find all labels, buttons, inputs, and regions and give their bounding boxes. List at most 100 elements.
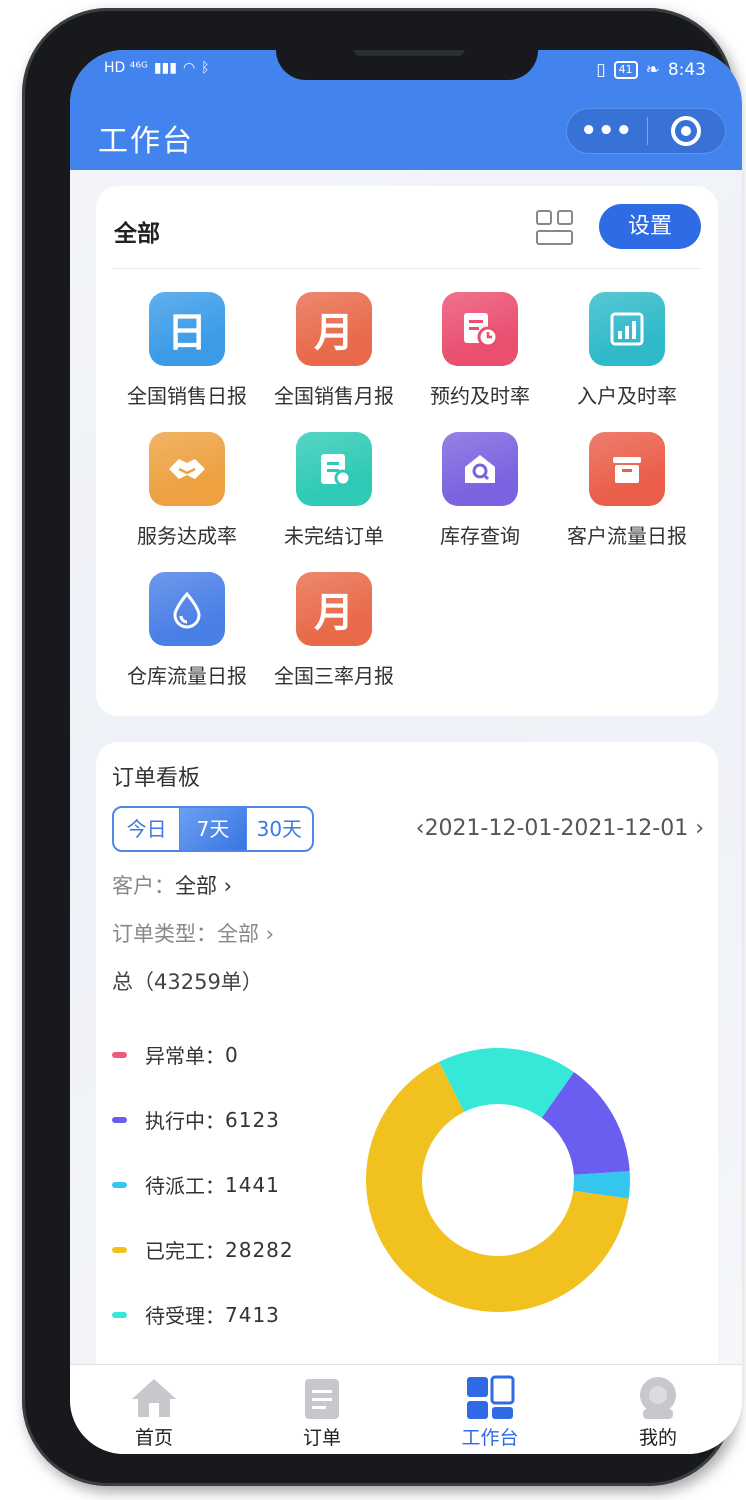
order-type-value: 全部 ›	[217, 922, 275, 946]
legend-label: 已完工	[145, 1239, 205, 1263]
water-drop-icon	[149, 572, 225, 646]
legend-item: 待受理： 7413	[112, 1300, 280, 1329]
legend-sep: ：	[205, 1239, 225, 1263]
app-label: 未完结订单	[284, 524, 384, 548]
tab-home-label: 首页	[134, 1427, 173, 1449]
range-segment: 今日 7天 30天	[112, 806, 314, 852]
calendar-month-icon: 月	[296, 292, 372, 366]
signal-icon: ▮▮▮	[153, 60, 177, 76]
legend-label: 待派工	[145, 1174, 205, 1198]
app-label: 库存查询	[440, 524, 520, 548]
app-item[interactable]: 日全国销售日报	[113, 292, 261, 409]
app-item[interactable]: 预约及时率	[406, 292, 554, 409]
legend-item: 执行中： 6123	[112, 1105, 280, 1134]
app-label: 全国销售月报	[274, 384, 394, 408]
tab-workbench[interactable]: 工作台	[406, 1365, 574, 1450]
app-item[interactable]: 月全国销售月报	[260, 292, 408, 409]
legend-value: 28282	[225, 1237, 294, 1262]
legend-swatch	[112, 1181, 127, 1188]
miniprogram-capsule: •••	[566, 108, 726, 154]
battery-icon: 41	[613, 61, 638, 79]
app-item[interactable]: 月全国三率月报	[260, 572, 408, 689]
phone-frame: HD ⁴⁶ᴳ ▮▮▮ ◠ ᛒ ▯ 41 ❧ 8:43 工作台 ••• 全部 设置…	[22, 8, 742, 1486]
divider	[112, 268, 702, 269]
order-board-title: 订单看板	[112, 766, 201, 791]
speaker	[353, 50, 465, 56]
workbench-card: 全部 设置 日全国销售日报月全国销售月报 预约及时率 入户及时率 服务达成率 未完结订单…	[96, 186, 718, 716]
calendar-month-icon: 月	[296, 572, 372, 646]
order-board-card: 订单看板 今日 7天 30天 ‹2021-12-01-2021-12-01 › …	[96, 742, 718, 1364]
legend-value: 7413	[225, 1302, 280, 1327]
bluetooth-icon: ᛒ	[201, 60, 210, 76]
tab-orders[interactable]: 订单	[238, 1365, 406, 1450]
settings-button[interactable]: 设置	[599, 204, 701, 249]
leaf-icon: ❧	[645, 60, 660, 80]
close-button[interactable]	[648, 116, 726, 146]
calendar-day-icon: 日	[149, 292, 225, 366]
app-item[interactable]: 客户流量日报	[553, 432, 701, 549]
app-item[interactable]: 未完结订单	[260, 432, 408, 549]
range-30day-tab[interactable]: 30天	[247, 808, 312, 850]
legend-label: 异常单	[145, 1044, 205, 1068]
legend-label: 待受理	[145, 1304, 205, 1328]
app-item[interactable]: 入户及时率	[553, 292, 701, 409]
legend-swatch	[112, 1051, 127, 1058]
order-check-icon	[296, 432, 372, 506]
legend-sep: ：	[205, 1044, 225, 1068]
app-label: 全国销售日报	[127, 384, 247, 408]
legend-value: 0	[225, 1042, 239, 1067]
order-status-donut-chart	[366, 1048, 630, 1312]
storage-box-icon	[589, 432, 665, 506]
tab-workbench-label: 工作台	[461, 1427, 519, 1449]
app-label: 全国三率月报	[274, 664, 394, 688]
workbench-icon	[465, 1375, 515, 1421]
legend-label: 执行中	[145, 1109, 205, 1133]
tab-profile[interactable]: 我的	[574, 1365, 742, 1450]
appointment-clock-icon	[442, 292, 518, 366]
app-label: 客户流量日报	[567, 524, 687, 548]
target-icon	[671, 116, 702, 146]
order-type-label: 订单类型：	[112, 922, 217, 946]
house-search-icon	[442, 432, 518, 506]
main-content[interactable]: 全部 设置 日全国销售日报月全国销售月报 预约及时率 入户及时率 服务达成率 未完结订单…	[70, 170, 742, 1364]
legend-sep: ：	[205, 1304, 225, 1328]
home-icon	[129, 1375, 179, 1421]
profile-icon	[633, 1375, 683, 1421]
workbench-title: 全部	[114, 221, 160, 247]
bottom-tab-bar: 首页 订单 工作台 我的	[70, 1364, 742, 1454]
clock: 8:43	[667, 60, 706, 80]
customer-label: 客户：	[112, 874, 175, 898]
legend-item: 异常单： 0	[112, 1040, 239, 1069]
legend-item: 已完工： 28282	[112, 1235, 294, 1264]
legend-sep: ：	[205, 1109, 225, 1133]
range-today-tab[interactable]: 今日	[114, 808, 179, 850]
legend-swatch	[112, 1246, 127, 1253]
tab-home[interactable]: 首页	[70, 1365, 238, 1450]
app-label: 仓库流量日报	[127, 664, 247, 688]
app-item[interactable]: 库存查询	[406, 432, 554, 549]
legend-value: 1441	[225, 1172, 280, 1197]
legend-item: 待派工： 1441	[112, 1170, 280, 1199]
app-label: 服务达成率	[137, 524, 237, 548]
customer-filter[interactable]: 客户：全部 ›	[112, 870, 232, 900]
clipboard-icon	[297, 1375, 347, 1421]
date-range-picker[interactable]: ‹2021-12-01-2021-12-01 ›	[416, 816, 704, 841]
app-item[interactable]: 仓库流量日报	[113, 572, 261, 689]
chart-report-icon	[589, 292, 665, 366]
tab-profile-label: 我的	[638, 1427, 677, 1449]
status-left: HD ⁴⁶ᴳ ▮▮▮ ◠ ᛒ	[104, 60, 210, 76]
handshake-icon	[149, 432, 225, 506]
layout-grid-icon[interactable]	[536, 210, 574, 246]
order-type-filter[interactable]: 订单类型：全部 ›	[112, 918, 274, 948]
range-7day-tab[interactable]: 7天	[179, 808, 247, 850]
legend-value: 6123	[225, 1107, 280, 1132]
legend-swatch	[112, 1116, 127, 1123]
status-right: ▯ 41 ❧ 8:43	[596, 60, 706, 80]
screen: HD ⁴⁶ᴳ ▮▮▮ ◠ ᛒ ▯ 41 ❧ 8:43 工作台 ••• 全部 设置…	[70, 50, 742, 1454]
app-label: 预约及时率	[430, 384, 530, 408]
legend-sep: ：	[205, 1174, 225, 1198]
vibrate-icon: ▯	[596, 60, 606, 80]
network-indicator: HD ⁴⁶ᴳ	[104, 60, 148, 76]
app-item[interactable]: 服务达成率	[113, 432, 261, 549]
more-button[interactable]: •••	[567, 118, 647, 144]
